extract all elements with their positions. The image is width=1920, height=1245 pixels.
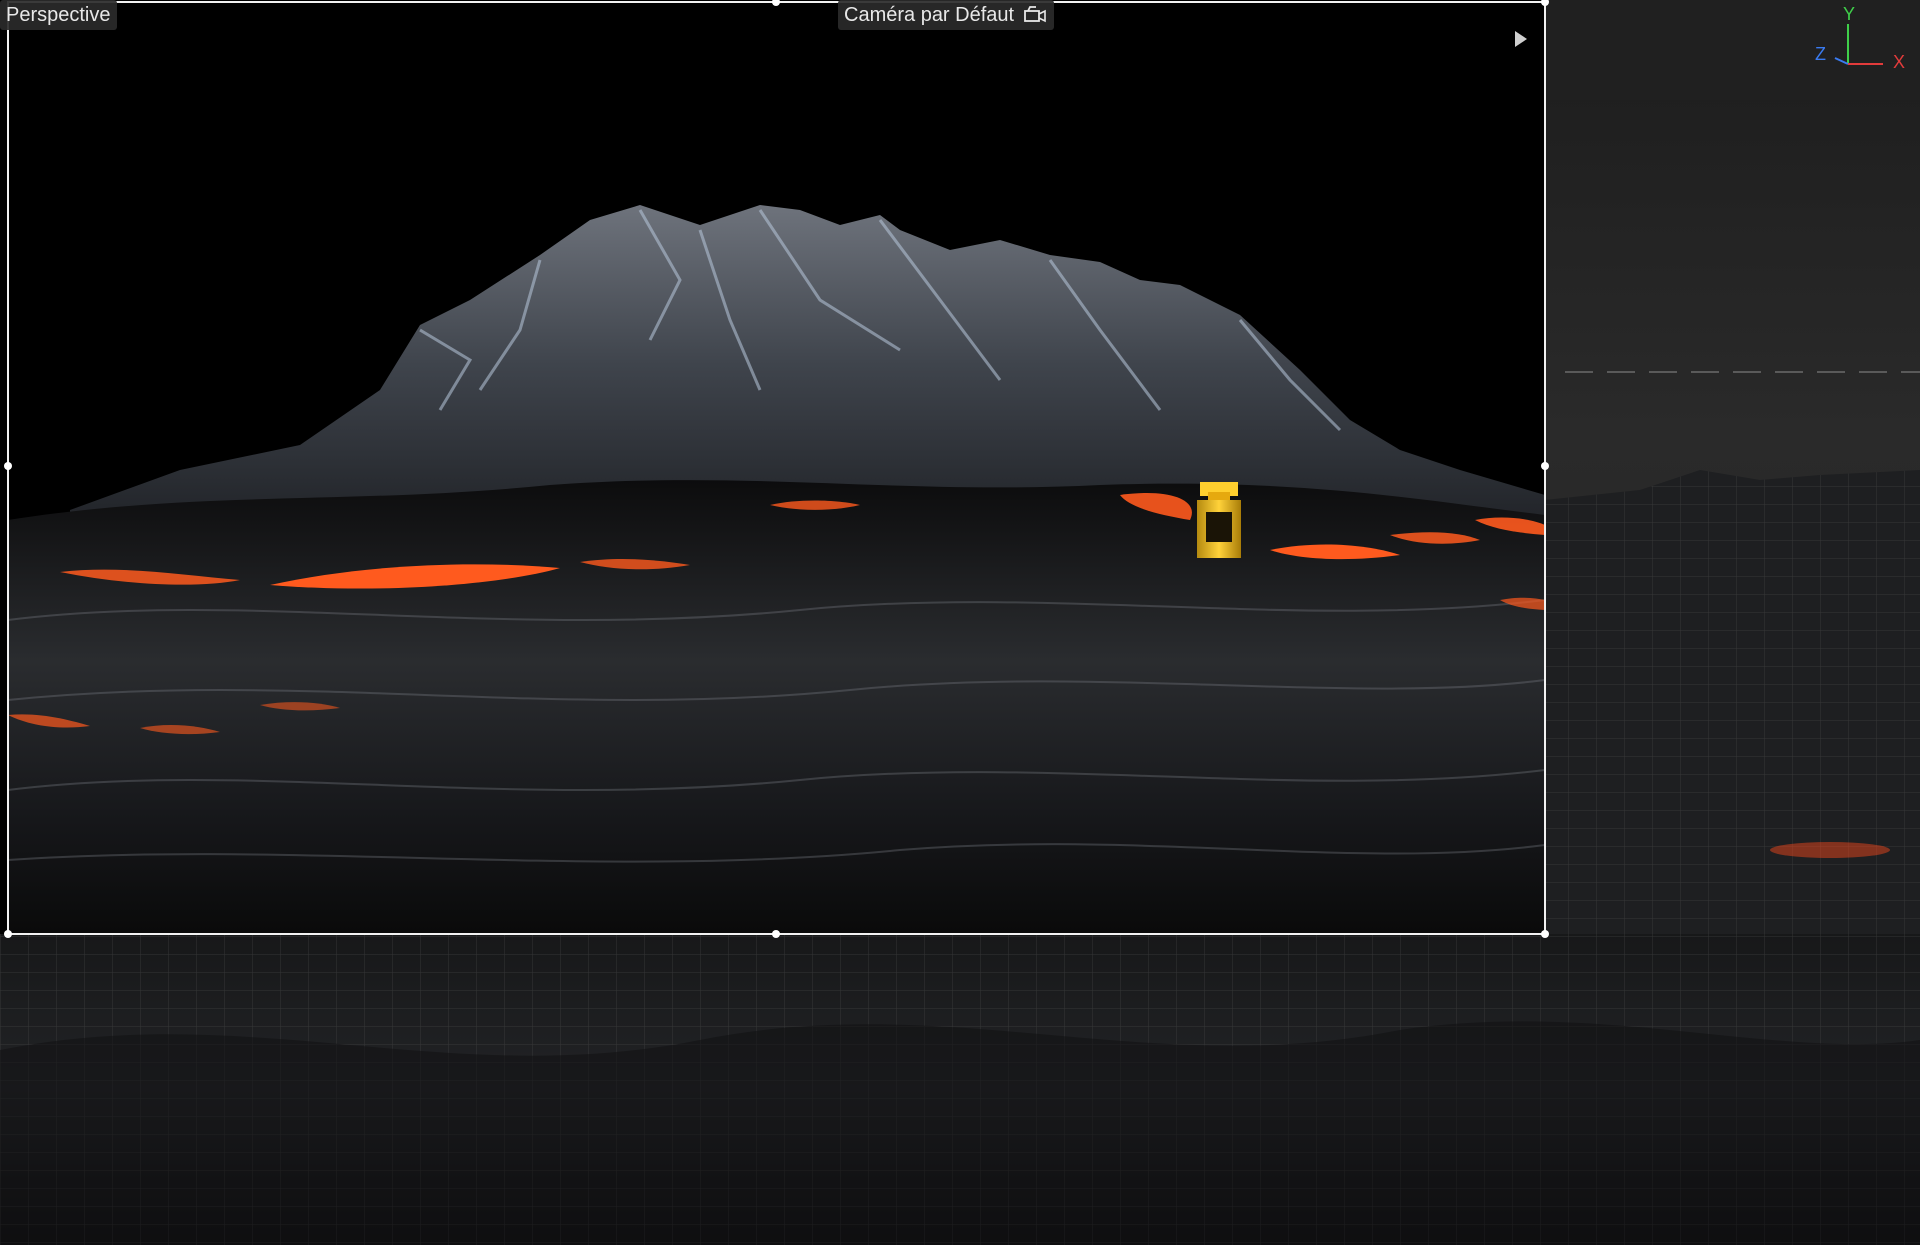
camera-switch-icon bbox=[1024, 6, 1046, 23]
axis-y-label: Y bbox=[1843, 4, 1855, 24]
camera-name-text: Caméra par Défaut bbox=[844, 4, 1015, 26]
view-name-label[interactable]: Perspective bbox=[0, 0, 117, 30]
viewport-scene[interactable] bbox=[0, 0, 1920, 1245]
axis-x-label: X bbox=[1893, 52, 1905, 72]
axis-gizmo: Y Z X bbox=[1815, 4, 1905, 72]
axis-z-label: Z bbox=[1815, 44, 1826, 64]
bottle-object bbox=[1197, 482, 1241, 558]
view-name-text: Perspective bbox=[6, 4, 111, 26]
camera-selector[interactable]: Caméra par Défaut bbox=[838, 0, 1055, 30]
play-triangle-icon[interactable] bbox=[1513, 29, 1529, 49]
3d-viewport[interactable]: Perspective Caméra par Défaut Y Z X bbox=[0, 0, 1920, 1245]
